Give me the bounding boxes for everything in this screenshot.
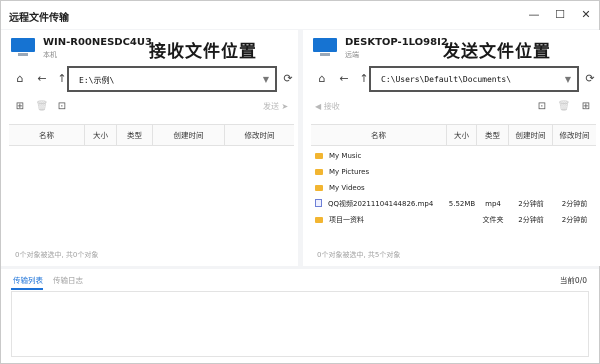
transfer-count: 当前0/0 [559,276,587,285]
file-type: 文件夹 [482,216,504,224]
remote-file-transfer-window: 远程文件传输 — ☐ ✕ WIN-R00NESDC4U3 本机 接收文件位置 ⌂… [0,0,600,364]
back-arrow-icon[interactable]: ← [35,72,49,86]
file-name: My Videos [329,184,365,192]
file-name: My Music [329,152,362,160]
tab-transfer-log[interactable]: 传输日志 [53,275,83,286]
tab-transfer-list[interactable]: 传输列表 [13,275,43,286]
maximize-button[interactable]: ☐ [549,5,571,25]
folder-icon [315,217,323,223]
column-name[interactable]: 名称 [311,125,447,146]
column-modified[interactable]: 修改时间 [225,125,294,146]
video-file-icon [315,199,322,207]
refresh-icon[interactable]: ⟳ [583,72,597,86]
file-size: 5.52MB [448,200,476,208]
file-name: My Pictures [329,168,370,176]
remote-nav-row: ⌂ ← ↑ C:\Users\Default\Documents\ ▼ ⟳ [311,66,596,92]
list-item[interactable]: QQ视频20211104144826.mp4 5.52MB mp4 2分钟前 2… [311,196,596,212]
list-item[interactable]: My Music [311,148,596,164]
remote-toolbar: ◀ 接收 ⊡ 🗑 ⊞ [311,100,596,116]
local-path-input[interactable]: E:\示例\ ▼ [67,66,277,92]
column-modified[interactable]: 修改时间 [553,125,596,146]
folder-icon [315,185,323,191]
receive-location-annotation: 接收文件位置 [149,42,257,62]
remote-host-label: 远端 [345,51,359,59]
local-table-header: 名称 大小 类型 创建时间 修改时间 [9,124,294,146]
receive-label: 接收 [323,102,340,111]
file-modified: 2分钟前 [561,216,588,224]
remote-panel: DESKTOP-1LO98I2 远端 发送文件位置 ⌂ ← ↑ C:\Users… [303,30,600,266]
column-name[interactable]: 名称 [9,125,85,146]
column-type[interactable]: 类型 [117,125,153,146]
remote-status-text: 0个对象被选中, 共5个对象 [317,251,401,259]
receive-button[interactable]: ◀ 接收 [315,101,340,112]
file-created: 2分钟前 [518,200,544,208]
file-created: 2分钟前 [518,216,544,224]
column-size[interactable]: 大小 [85,125,117,146]
home-icon[interactable]: ⌂ [315,72,329,86]
local-nav-row: ⌂ ← ↑ E:\示例\ ▼ ⟳ [9,66,294,92]
column-created[interactable]: 创建时间 [153,125,225,146]
new-folder-icon[interactable]: ⊞ [579,100,593,114]
send-label: 发送 [263,102,279,111]
remote-table-header: 名称 大小 类型 创建时间 修改时间 [311,124,596,146]
new-folder-icon[interactable]: ⊞ [13,100,27,114]
local-status-text: 0个对象被选中, 共0个对象 [15,251,99,259]
chevron-down-icon[interactable]: ▼ [263,75,269,84]
list-item[interactable]: 项目一资料 文件夹 2分钟前 2分钟前 [311,212,596,228]
file-type: mp4 [485,200,501,208]
send-button[interactable]: 发送 ➤ [263,101,288,112]
local-host-label: 本机 [43,51,57,59]
search-folder-icon[interactable]: ⊡ [535,100,549,114]
folder-icon [315,153,323,159]
column-created[interactable]: 创建时间 [509,125,553,146]
local-path-text: E:\示例\ [79,76,115,85]
chevron-down-icon[interactable]: ▼ [565,75,571,84]
home-icon[interactable]: ⌂ [13,72,27,86]
local-host-name: WIN-R00NESDC4U3 [43,37,152,48]
title-bar: 远程文件传输 — ☐ ✕ [1,1,599,29]
folder-icon [315,169,323,175]
close-button[interactable]: ✕ [575,5,597,25]
transfer-area: 传输列表 传输日志 当前0/0 [1,269,599,363]
remote-host-name: DESKTOP-1LO98I2 [345,37,448,48]
monitor-icon [313,38,337,56]
delete-icon[interactable]: 🗑 [557,100,571,114]
back-arrow-icon[interactable]: ← [337,72,351,86]
window-title: 远程文件传输 [9,13,69,24]
transfer-list [11,291,589,357]
local-toolbar: ⊞ 🗑 ⊡ 发送 ➤ [9,100,294,116]
remote-path-input[interactable]: C:\Users\Default\Documents\ ▼ [369,66,579,92]
send-location-annotation: 发送文件位置 [443,42,551,62]
monitor-icon [11,38,35,56]
active-tab-indicator [11,288,43,290]
local-panel: WIN-R00NESDC4U3 本机 接收文件位置 ⌂ ← ↑ E:\示例\ ▼… [1,30,298,266]
refresh-icon[interactable]: ⟳ [281,72,295,86]
remote-path-text: C:\Users\Default\Documents\ [381,75,512,84]
list-item[interactable]: My Pictures [311,164,596,180]
list-item[interactable]: My Videos [311,180,596,196]
minimize-button[interactable]: — [523,5,545,25]
delete-icon[interactable]: 🗑 [35,100,49,114]
file-name: 项目一资料 [329,216,364,224]
column-type[interactable]: 类型 [477,125,509,146]
column-size[interactable]: 大小 [447,125,477,146]
search-folder-icon[interactable]: ⊡ [55,100,69,114]
file-modified: 2分钟前 [561,200,588,208]
file-name: QQ视频20211104144826.mp4 [328,200,434,208]
